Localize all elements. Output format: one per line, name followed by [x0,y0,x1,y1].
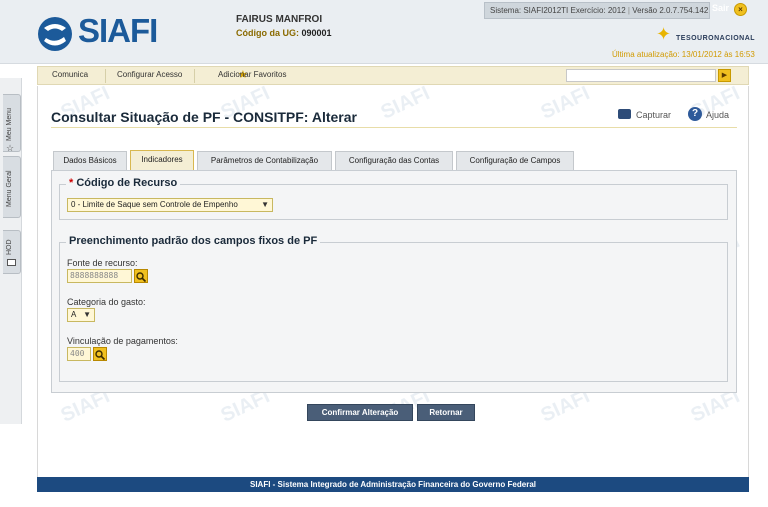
exit-icon[interactable]: × [734,3,747,16]
nav-search-input[interactable] [566,69,716,82]
exit-link[interactable]: Sair [712,3,729,13]
monitor-icon [7,259,16,266]
sidebar-tab-hod[interactable]: HOD [3,230,21,274]
magnifier-icon [95,350,106,361]
footer: SIAFI - Sistema Integrado de Administraç… [37,477,749,492]
sidebar-tab-menu-geral[interactable]: Menu Geral [3,156,21,218]
magnifier-icon [136,272,147,283]
top-nav-bar: Comunica Configurar Acesso ★ Adicionar F… [37,66,749,85]
tab-dados-basicos[interactable]: Dados Básicos [53,151,127,170]
sidebar-tab-meu-menu[interactable]: Meu Menu ☆ [3,94,21,153]
recurso-select[interactable]: 0 - Limite de Saque sem Controle de Empe… [67,198,273,212]
nav-divider [105,69,106,83]
vinculacao-search-button[interactable] [93,347,107,361]
preenchimento-fieldset [59,242,728,382]
back-button[interactable]: Retornar [417,404,475,421]
vinculacao-input[interactable]: 400 [67,347,91,361]
page-title: Consultar Situação de PF - CONSITPF: Alt… [51,109,357,125]
sidebar-tab-label: Menu Geral [6,170,13,207]
chevron-down-icon: ▼ [261,200,269,209]
logo-text: SIAFI [78,12,158,49]
tab-configuracao-campos[interactable]: Configuração de Campos [456,151,574,170]
help-link[interactable]: Ajuda [706,110,729,120]
side-menu-bar: Meu Menu ☆ Menu Geral HOD [0,78,22,424]
star-icon: ☆ [6,143,15,153]
chevron-down-icon: ▼ [83,310,91,319]
confirm-button[interactable]: Confirmar Alteração [307,404,413,421]
tesouro-nacional-logo: TESOURONACIONAL [676,35,756,42]
tab-configuracao-contas[interactable]: Configuração das Contas [335,151,453,170]
fonte-search-button[interactable] [134,269,148,283]
camera-icon[interactable] [618,109,631,119]
top-header: SIAFI FAIRUS MANFROI Código da UG: 09000… [0,0,768,64]
last-update: Última atualização: 13/01/2012 às 16:53 [612,50,755,59]
nav-adicionar-favoritos[interactable]: Adicionar Favoritos [218,70,286,79]
nav-configurar-acesso[interactable]: Configurar Acesso [117,70,182,79]
nav-go-icon[interactable]: ▶ [718,69,731,82]
categoria-select-value: A [71,310,77,319]
help-icon[interactable]: ? [688,107,702,121]
vinculacao-label: Vinculação de pagamentos: [67,336,178,346]
fonte-input[interactable]: 8888888888 [67,269,132,283]
nav-divider [194,69,195,83]
nav-comunica[interactable]: Comunica [52,70,88,79]
recurso-select-value: 0 - Limite de Saque sem Controle de Empe… [71,200,238,209]
system-info-bar: Sistema: SIAFI2012TI Exercício: 2012 | V… [484,2,710,19]
sidebar-tab-label: Meu Menu [6,107,13,141]
categoria-select[interactable]: A ▼ [67,308,95,322]
ug-code: Código da UG: 090001 [236,28,332,38]
tab-parametros-contabilizacao[interactable]: Parâmetros de Contabilização [197,151,332,170]
tab-indicadores[interactable]: Indicadores [130,150,194,171]
recurso-legend: * Código de Recurso [66,177,181,189]
title-divider [51,127,737,128]
fonte-label: Fonte de recurso: [67,258,138,268]
tesouro-star-icon: ✦ [656,24,672,44]
preenchimento-legend: Preenchimento padrão dos campos fixos de… [66,235,321,247]
capture-link[interactable]: Capturar [636,110,671,120]
categoria-label: Categoria do gasto: [67,297,146,307]
sidebar-tab-label: HOD [6,239,13,255]
user-name: FAIRUS MANFROI [236,14,323,25]
